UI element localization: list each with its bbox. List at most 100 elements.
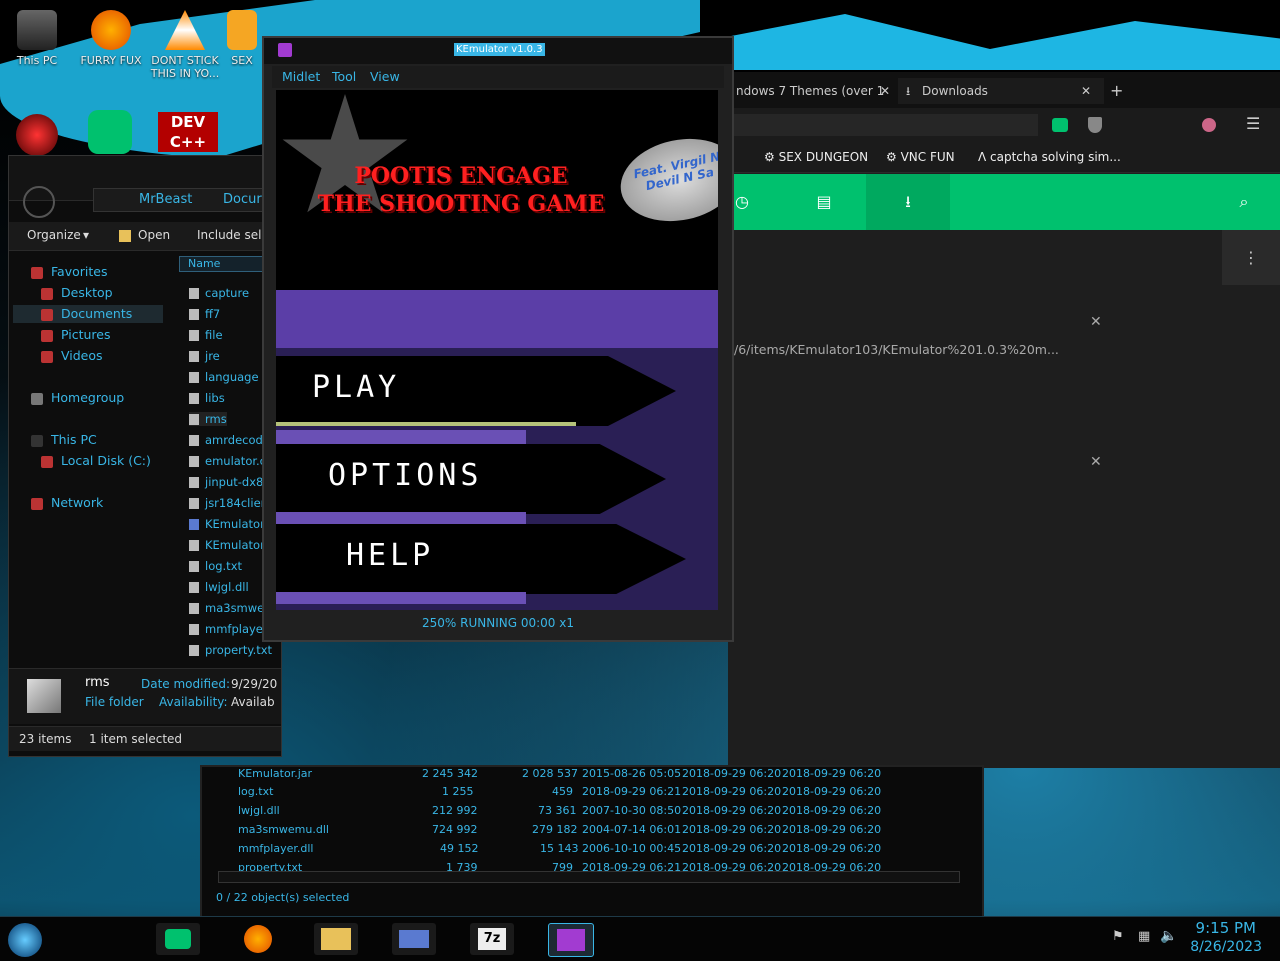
list-item[interactable]: KEmulator: [189, 538, 265, 552]
nav-local-disk[interactable]: Local Disk (C:): [41, 453, 151, 468]
start-orb[interactable]: [8, 923, 42, 957]
list-item[interactable]: property.txt: [189, 643, 272, 657]
menu-midlet[interactable]: Midlet: [282, 69, 320, 84]
list-item[interactable]: ma3smwe: [189, 601, 264, 615]
list-item[interactable]: emulator.c: [189, 454, 266, 468]
list-item[interactable]: log.txt: [189, 559, 242, 573]
bookmark-vnc-fun[interactable]: ⚙ VNC FUN: [886, 150, 955, 164]
nav-network[interactable]: Network: [31, 495, 103, 510]
network-icon[interactable]: ▦: [1138, 929, 1150, 944]
nav-favorites[interactable]: Favorites: [31, 264, 107, 279]
nav-documents[interactable]: Documents: [41, 306, 132, 321]
breadcrumb-mrbeast[interactable]: MrBeast: [139, 192, 192, 207]
taskbar-messages[interactable]: [156, 923, 200, 955]
status-bar: 23 items 1 item selected: [9, 726, 281, 751]
breadcrumb-documents[interactable]: Docur: [223, 192, 262, 207]
new-tab-button[interactable]: +: [1102, 78, 1131, 104]
list-item[interactable]: language: [189, 370, 259, 384]
menu-view[interactable]: View: [370, 69, 400, 84]
close-icon[interactable]: ✕: [1090, 454, 1102, 470]
list-item[interactable]: libs: [189, 391, 225, 405]
menu-tool[interactable]: Tool: [332, 69, 356, 84]
desktop-icon: [41, 287, 53, 300]
selected-item-name: rms: [85, 675, 110, 690]
bookmark-captcha[interactable]: Λ captcha solving sim...: [978, 150, 1121, 164]
folder-icon: [189, 330, 199, 341]
nav-videos[interactable]: Videos: [41, 348, 103, 363]
list-item[interactable]: mmfplaye: [189, 622, 263, 636]
title-bar[interactable]: KEmulator v1.0.3: [264, 38, 732, 64]
organize-button[interactable]: Organize: [27, 228, 81, 242]
table-row[interactable]: property.txt 1 739 799 2018-09-29 06:21 …: [222, 861, 962, 871]
desktop-icon-dev-cpp[interactable]: DEV C++: [158, 112, 218, 152]
include-in-library-button[interactable]: Include sele: [197, 228, 269, 242]
close-icon[interactable]: ✕: [1090, 314, 1102, 330]
list-item[interactable]: amrdecod: [189, 433, 263, 447]
horizontal-scrollbar[interactable]: [218, 871, 960, 883]
search-icon[interactable]: ⌕: [1234, 192, 1254, 212]
clock-time[interactable]: 9:15 PM: [1196, 919, 1256, 937]
folder-icon: [189, 351, 199, 362]
column-header-name[interactable]: Name: [179, 256, 269, 272]
open-button[interactable]: Open: [138, 228, 170, 242]
close-icon[interactable]: ✕: [1073, 78, 1099, 104]
bookmarks-icon[interactable]: ▤: [814, 192, 834, 212]
taskbar-kemulator[interactable]: [548, 923, 594, 957]
nav-homegroup[interactable]: Homegroup: [31, 390, 124, 405]
list-item[interactable]: ff7: [189, 307, 220, 321]
more-options-icon[interactable]: ⋮: [1222, 230, 1280, 285]
table-row[interactable]: ma3smwemu.dll 724 992 279 182 2004-07-14…: [222, 823, 962, 841]
file-icon: [189, 456, 199, 467]
nav-this-pc[interactable]: This PC: [31, 432, 97, 447]
list-item[interactable]: KEmulator: [189, 517, 265, 531]
file-explorer-window: MrBeast Docur Organize ▾ Open Include se…: [8, 155, 285, 757]
nav-desktop[interactable]: Desktop: [41, 285, 113, 300]
table-row[interactable]: KEmulator.jar 2 245 342 2 028 537 2015-0…: [222, 767, 962, 785]
table-row[interactable]: log.txt 1 255 459 2018-09-29 06:21 2018-…: [222, 785, 962, 803]
jar-icon: [189, 519, 199, 530]
shield-icon[interactable]: [1088, 117, 1102, 133]
list-item[interactable]: capture: [189, 286, 249, 300]
window-title: KEmulator v1.0.3: [454, 43, 545, 56]
url-input[interactable]: [728, 114, 1038, 136]
list-item[interactable]: jsr184client: [189, 496, 272, 510]
taskbar-control-panel[interactable]: [392, 923, 436, 955]
badge: Feat. Virgil N Devil N Sa: [612, 128, 718, 232]
emulator-screen[interactable]: POOTIS ENGAGE THE SHOOTING GAME Feat. Vi…: [276, 90, 718, 610]
table-row[interactable]: lwjgl.dll 212 992 73 361 2007-10-30 08:5…: [222, 804, 962, 822]
menu-item-options[interactable]: OPTIONS: [276, 444, 666, 514]
close-icon[interactable]: ✕: [872, 78, 898, 104]
desktop-icon-this-pc[interactable]: This PC: [2, 4, 72, 67]
explorer-toolbar: Organize ▾ Open Include sele: [9, 222, 281, 251]
desktop-icon-dont-stick[interactable]: DONT STICK THIS IN YO...: [150, 4, 220, 80]
clock-date[interactable]: 8/26/2023: [1190, 939, 1262, 955]
list-item[interactable]: jinput-dx8.: [189, 475, 267, 489]
messages-icon[interactable]: [1052, 118, 1068, 132]
nav-pictures[interactable]: Pictures: [41, 327, 111, 342]
archive-window: KEmulator.jar 2 245 342 2 028 537 2015-0…: [200, 765, 984, 919]
list-item[interactable]: jre: [189, 349, 220, 363]
volume-icon[interactable]: 🔈: [1160, 928, 1177, 944]
history-icon[interactable]: ◷: [732, 192, 752, 212]
taskbar-explorer[interactable]: [314, 923, 358, 955]
menu-item-play[interactable]: PLAY: [276, 356, 676, 426]
back-button[interactable]: [23, 186, 55, 218]
app-icon[interactable]: [16, 114, 58, 156]
download-url[interactable]: /6/items/KEmulator103/KEmulator%201.0.3%…: [734, 342, 1059, 357]
desktop-icon-furry-fux[interactable]: FURRY FUX: [76, 4, 146, 67]
list-item[interactable]: file: [189, 328, 223, 342]
text-file-icon: [189, 561, 199, 572]
taskbar-firefox[interactable]: [236, 923, 280, 955]
desktop-icon-sex[interactable]: SEX: [224, 4, 260, 67]
bookmark-sex-dungeon[interactable]: ⚙ SEX DUNGEON: [764, 150, 868, 164]
list-item[interactable]: lwjgl.dll: [189, 580, 249, 594]
table-row[interactable]: mmfplayer.dll 49 152 15 143 2006-10-10 0…: [222, 842, 962, 860]
avatar[interactable]: [1202, 118, 1216, 132]
download-icon[interactable]: ⭳: [898, 192, 918, 212]
flag-icon[interactable]: ⚑: [1112, 929, 1124, 944]
menu-icon[interactable]: ☰: [1246, 114, 1260, 133]
menu-item-help[interactable]: HELP: [276, 524, 686, 594]
taskbar-7zip[interactable]: 7z: [470, 923, 514, 955]
list-item[interactable]: rms: [189, 412, 227, 426]
messages-icon[interactable]: [88, 110, 132, 154]
